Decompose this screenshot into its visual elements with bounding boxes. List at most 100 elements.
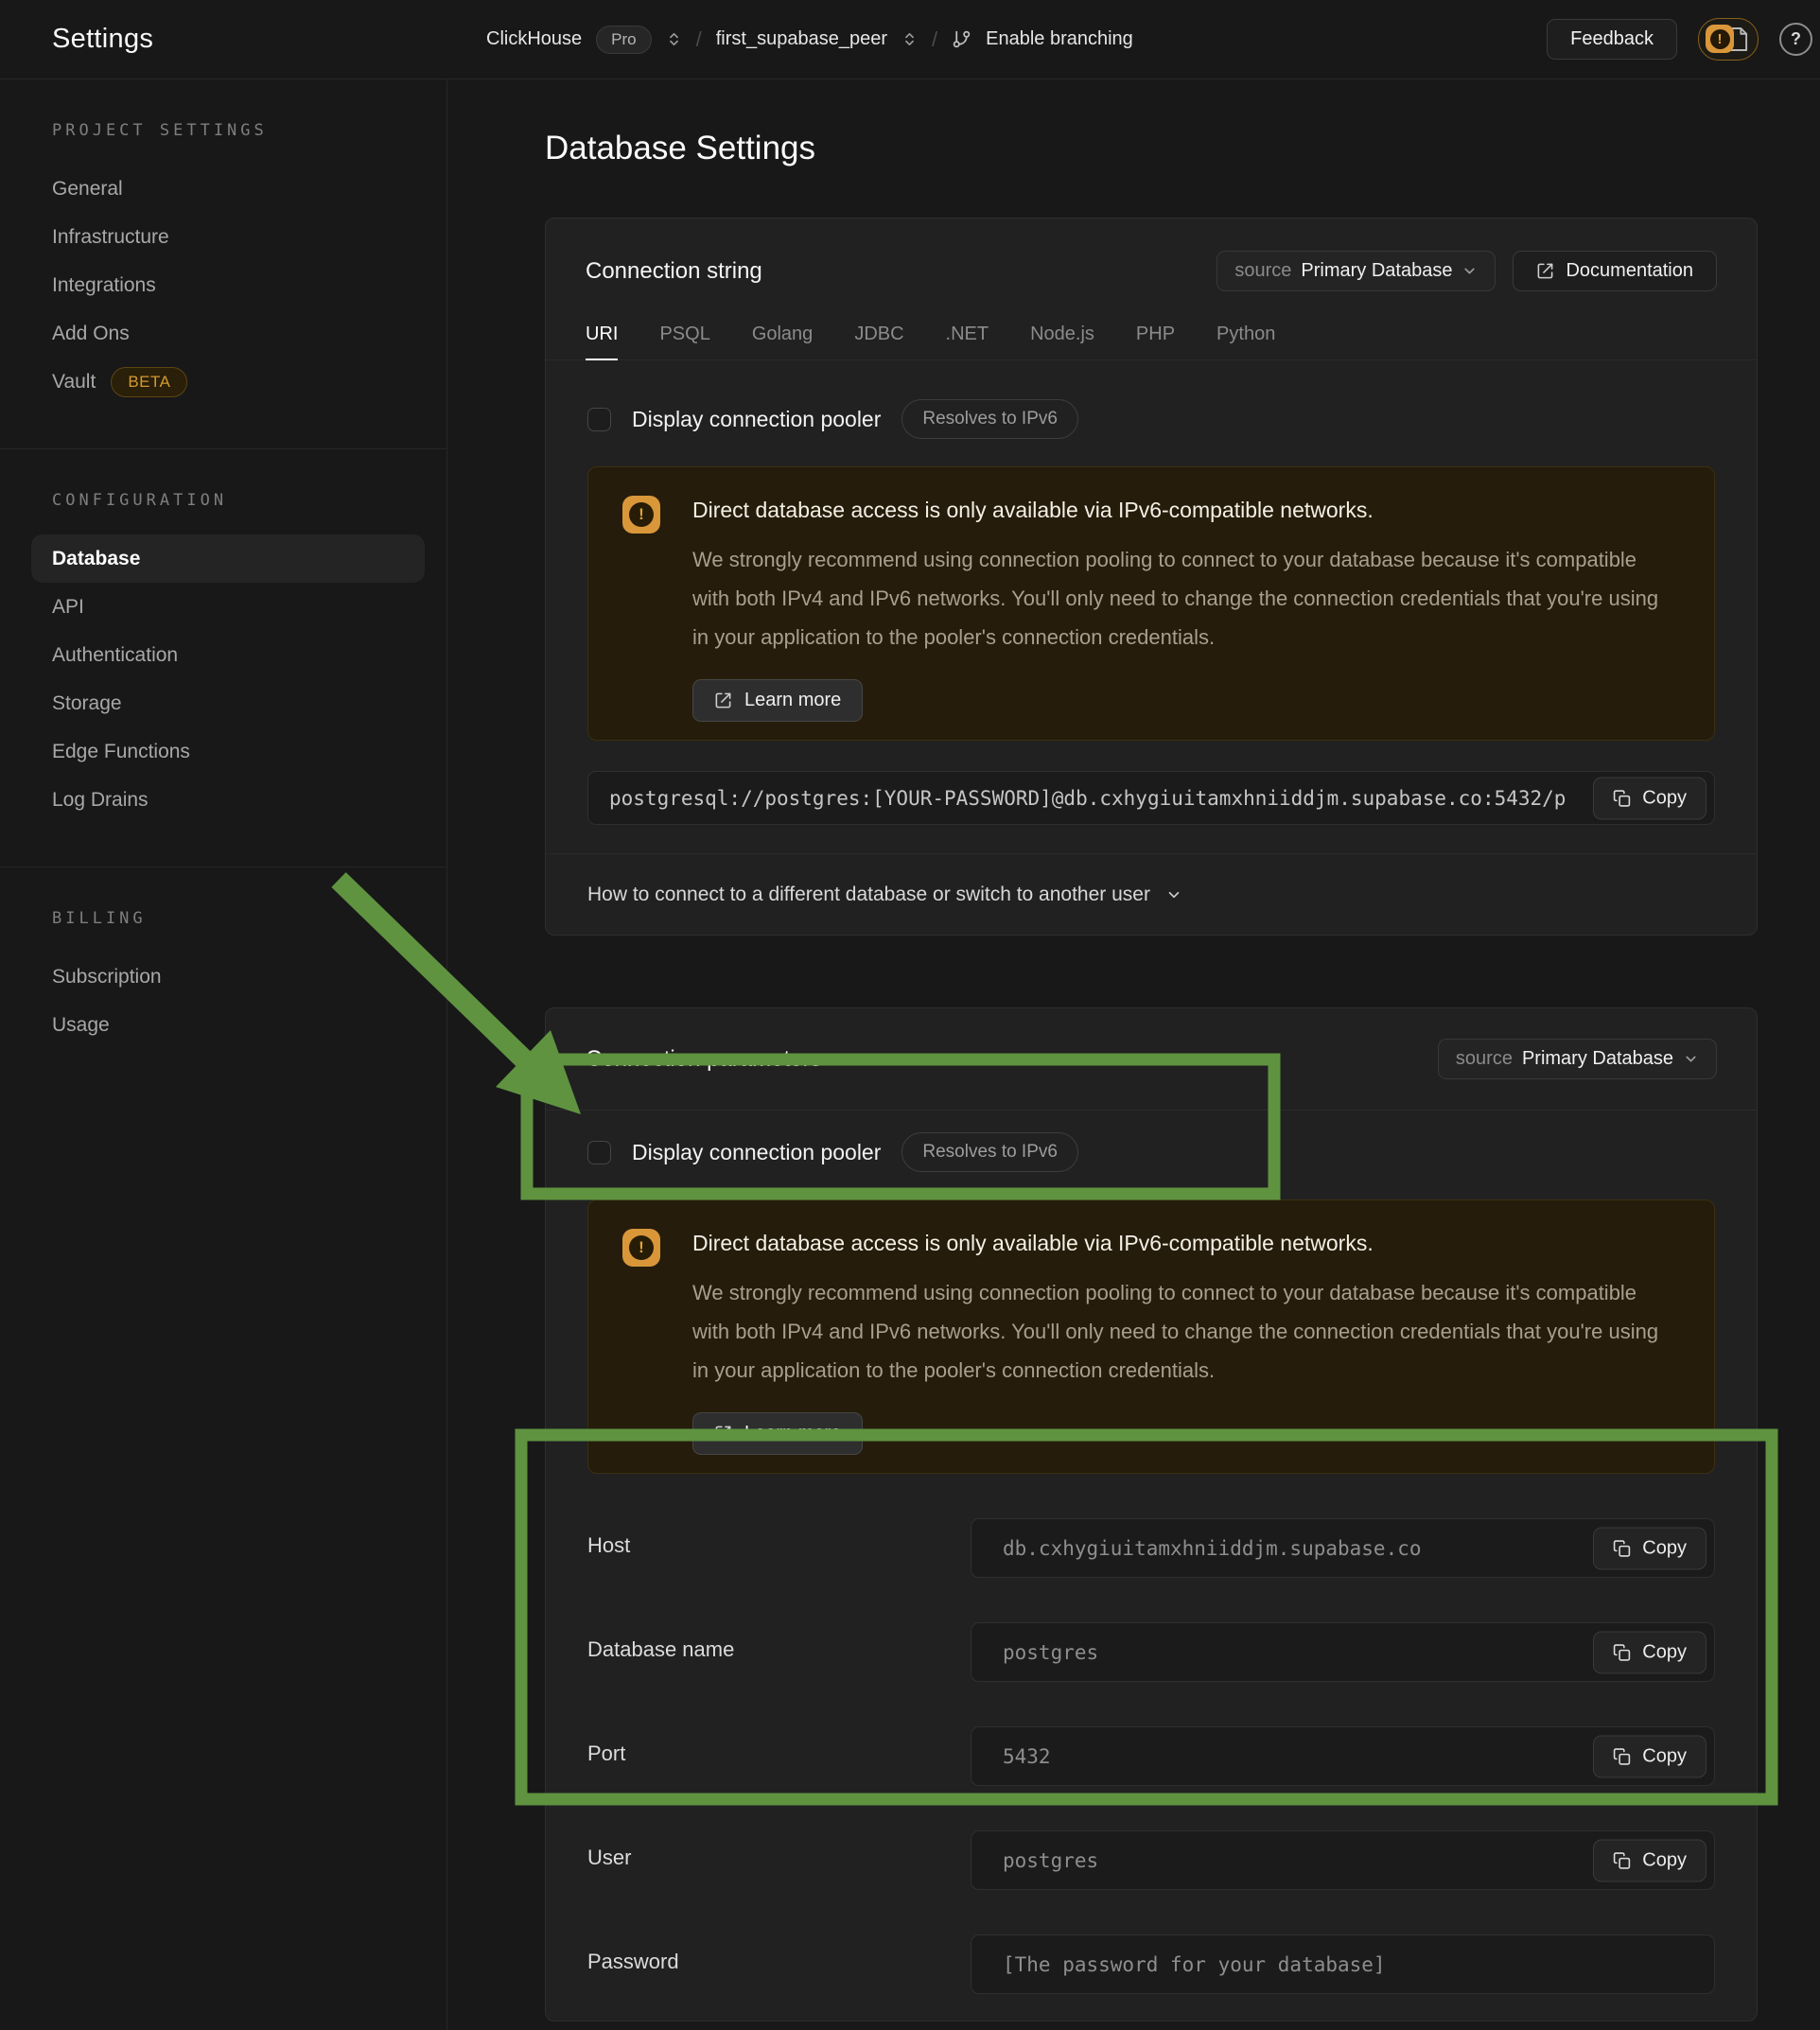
org-selector-chevrons-icon[interactable] [666,31,682,47]
sidebar-section-project-settings: PROJECT SETTINGS General Infrastructure … [0,79,446,448]
chevron-down-icon [1461,263,1478,279]
sidebar-item-add-ons[interactable]: Add Ons [31,309,425,358]
main-content: Database Settings Connection string sour… [447,79,1820,2030]
copy-icon [1613,1747,1631,1765]
ipv6-warning: ! Direct database access is only availab… [587,1199,1715,1474]
documentation-button[interactable]: Documentation [1513,251,1717,291]
resolves-to-ipv6-badge: Resolves to IPv6 [901,399,1078,439]
connection-parameters-card: Connection parameters source Primary Dat… [545,1007,1758,2021]
sidebar-item-general[interactable]: General [31,165,425,213]
pooler-row: Display connection pooler Resolves to IP… [587,1137,1715,1167]
sidebar-item-integrations[interactable]: Integrations [31,261,425,309]
sidebar-item-usage[interactable]: Usage [31,1001,425,1049]
connection-parameters-header: Connection parameters source Primary Dat… [546,1008,1757,1111]
copy-user-button[interactable]: Copy [1593,1839,1706,1881]
copy-connection-string-button[interactable]: Copy [1593,777,1706,819]
warning-alert-icon: ! [622,1229,660,1267]
org-plan-badge: Pro [596,26,651,54]
sidebar-item-subscription[interactable]: Subscription [31,953,425,1001]
sidebar-item-log-drains[interactable]: Log Drains [31,776,425,824]
warning-title: Direct database access is only available… [692,498,1676,523]
project-selector-chevrons-icon[interactable] [901,31,918,47]
top-bar: Settings ClickHouse Pro / first_supabase… [0,0,1820,79]
warning-alert-icon: ! [622,496,660,534]
topbar-actions: Feedback ! ? [1547,18,1820,61]
learn-more-button[interactable]: Learn more [692,1412,863,1455]
display-connection-pooler-checkbox[interactable] [587,408,611,431]
breadcrumb-org[interactable]: ClickHouse [486,28,582,50]
param-row-password: Password [The password for your database… [587,1934,1715,1994]
alert-badge-icon: ! [1706,25,1734,53]
host-label: Host [587,1518,971,1558]
learn-more-button[interactable]: Learn more [692,679,863,722]
warning-title: Direct database access is only available… [692,1231,1676,1256]
breadcrumb: ClickHouse Pro / first_supabase_peer / E… [447,26,1133,54]
sidebar-item-authentication[interactable]: Authentication [31,631,425,679]
external-link-icon [714,691,732,709]
connection-help-expander[interactable]: How to connect to a different database o… [546,853,1757,935]
source-select[interactable]: source Primary Database [1438,1039,1717,1079]
sidebar-section-billing: BILLING Subscription Usage [0,866,446,1092]
copy-icon [1613,1643,1631,1661]
copy-icon [1613,1539,1631,1557]
sidebar-item-vault[interactable]: Vault BETA [31,358,425,406]
sidebar-item-infrastructure[interactable]: Infrastructure [31,213,425,261]
notifications-button[interactable]: ! [1698,18,1759,61]
beta-badge: BETA [111,367,187,397]
password-label: Password [587,1934,971,1974]
copy-database-name-button[interactable]: Copy [1593,1631,1706,1673]
copy-icon [1613,789,1631,807]
connection-string-header: Connection string source Primary Databas… [546,219,1757,291]
connection-parameters-title: Connection parameters [586,1046,821,1073]
feedback-button[interactable]: Feedback [1547,19,1677,60]
sidebar-heading-project-settings: PROJECT SETTINGS [52,121,446,140]
tab-nodejs[interactable]: Node.js [1030,324,1094,359]
port-label: Port [587,1726,971,1766]
tab-uri[interactable]: URI [586,324,618,360]
connection-string-value[interactable]: postgresql://postgres:[YOUR-PASSWORD]@db… [587,771,1715,825]
tab-php[interactable]: PHP [1136,324,1175,359]
param-row-port: Port 5432 Copy [587,1726,1715,1786]
source-select[interactable]: source Primary Database [1216,251,1496,291]
sidebar-item-storage[interactable]: Storage [31,679,425,727]
display-connection-pooler-label: Display connection pooler [632,407,881,432]
pooler-row: Display connection pooler Resolves to IP… [587,398,1715,440]
sidebar-item-database[interactable]: Database [31,534,425,583]
git-branch-icon [952,29,971,49]
connection-string-tabs: URI PSQL Golang JDBC .NET Node.js PHP Py… [546,291,1757,360]
display-connection-pooler-checkbox[interactable] [587,1141,611,1164]
app-title: Settings [0,24,447,55]
tab-golang[interactable]: Golang [752,324,814,359]
user-label: User [587,1830,971,1870]
sidebar: PROJECT SETTINGS General Infrastructure … [0,79,447,2030]
chevron-down-icon [1165,886,1182,903]
connection-string-title: Connection string [586,258,762,285]
param-row-host: Host db.cxhygiuitamxhniiddjm.supabase.co… [587,1518,1715,1578]
chevron-down-icon [1683,1051,1699,1067]
param-row-database-name: Database name postgres Copy [587,1622,1715,1682]
database-name-label: Database name [587,1622,971,1662]
copy-host-button[interactable]: Copy [1593,1527,1706,1569]
password-field[interactable]: [The password for your database] [971,1934,1715,1994]
connection-string-row: postgresql://postgres:[YOUR-PASSWORD]@db… [587,771,1715,825]
tab-dotnet[interactable]: .NET [946,324,989,359]
tab-jdbc[interactable]: JDBC [854,324,903,359]
tab-psql[interactable]: PSQL [659,324,709,359]
sidebar-heading-configuration: CONFIGURATION [52,491,446,510]
tab-python[interactable]: Python [1216,324,1275,359]
display-connection-pooler-label: Display connection pooler [632,1140,881,1165]
enable-branching-button[interactable]: Enable branching [986,28,1133,50]
connection-string-card: Connection string source Primary Databas… [545,218,1758,936]
breadcrumb-separator: / [932,27,937,52]
resolves-to-ipv6-badge: Resolves to IPv6 [901,1132,1078,1172]
ipv6-warning: ! Direct database access is only availab… [587,466,1715,741]
external-link-icon [714,1425,732,1443]
sidebar-item-edge-functions[interactable]: Edge Functions [31,727,425,776]
warning-body: We strongly recommend using connection p… [692,1273,1676,1390]
sidebar-heading-billing: BILLING [52,909,446,928]
breadcrumb-project[interactable]: first_supabase_peer [716,28,887,50]
page-title: Database Settings [545,127,1758,170]
copy-port-button[interactable]: Copy [1593,1735,1706,1777]
help-icon[interactable]: ? [1779,23,1812,56]
sidebar-item-api[interactable]: API [31,583,425,631]
